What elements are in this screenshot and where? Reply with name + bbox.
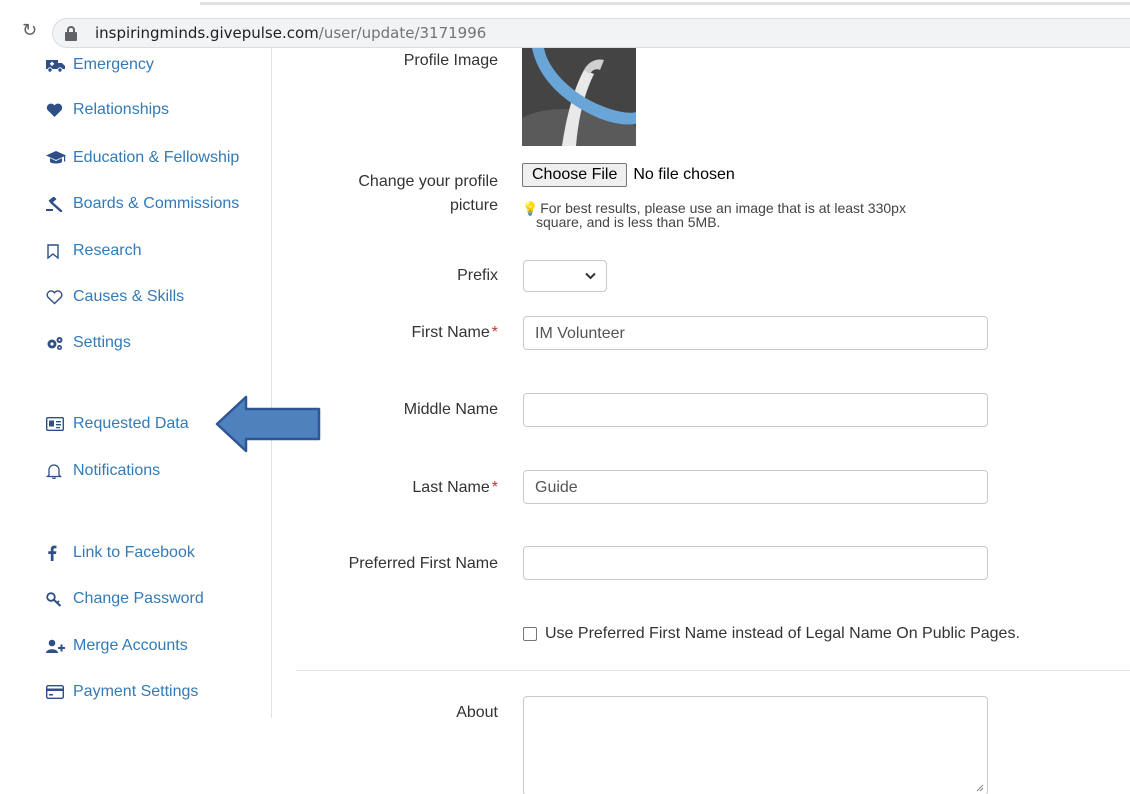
url-text[interactable]: inspiringminds.givepulse.com/user/update… — [95, 24, 486, 42]
key-icon — [46, 591, 68, 607]
sidebar-item-label: Emergency — [73, 56, 154, 73]
use-preferred-checkbox[interactable] — [523, 627, 537, 641]
cogs-icon — [46, 336, 68, 351]
reload-icon[interactable]: ↻ — [22, 20, 37, 42]
sidebar-item-payment-settings[interactable]: Payment Settings — [46, 680, 198, 704]
sidebar-item-causes[interactable]: Causes & Skills — [46, 285, 184, 309]
sidebar-item-relationships[interactable]: Relationships — [46, 98, 169, 122]
tab-strip-edge — [0, 0, 1130, 6]
sidebar-item-label: Research — [73, 242, 142, 259]
resize-grip-icon[interactable] — [976, 784, 984, 792]
first-name-label-text: First Name — [411, 324, 490, 341]
sidebar-item-label: Merge Accounts — [73, 637, 188, 654]
id-card-icon — [46, 417, 68, 431]
middle-name-label: Middle Name — [403, 401, 498, 418]
url-host: inspiringminds.givepulse.com — [95, 24, 319, 42]
first-name-input[interactable]: IM Volunteer — [523, 316, 988, 350]
sidebar-item-label: Change Password — [73, 590, 204, 607]
sidebar-item-requested-data[interactable]: Requested Data — [46, 412, 189, 436]
section-divider — [296, 670, 1130, 671]
bookmark-icon — [46, 243, 68, 259]
sidebar-item-label: Link to Facebook — [73, 544, 195, 561]
profile-form: Profile Image Change your profile pictur… — [272, 48, 1130, 794]
gavel-icon — [46, 196, 68, 212]
sidebar-item-label: Requested Data — [73, 415, 189, 432]
profile-image-label: Profile Image — [403, 52, 498, 69]
sidebar-item-education[interactable]: Education & Fellowship — [46, 146, 239, 170]
about-label: About — [456, 704, 498, 721]
user-plus-icon — [46, 639, 68, 654]
file-upload: Choose File No file chosen — [522, 163, 735, 187]
last-name-label-text: Last Name — [412, 479, 490, 496]
lock-icon[interactable] — [65, 26, 77, 41]
profile-image — [522, 48, 636, 146]
prefix-select[interactable] — [523, 260, 607, 292]
sidebar-item-research[interactable]: Research — [46, 239, 141, 263]
last-name-input[interactable]: Guide — [523, 470, 988, 504]
upload-hint: 💡 For best results, please use an image t… — [522, 201, 982, 230]
sidebar-item-emergency[interactable]: Emergency — [46, 53, 154, 77]
first-name-label: First Name * — [412, 323, 498, 343]
ambulance-icon — [46, 58, 68, 73]
sidebar-item-facebook[interactable]: Link to Facebook — [46, 541, 195, 565]
change-picture-label-line1: Change your profile — [358, 173, 498, 190]
sidebar-item-merge-accounts[interactable]: Merge Accounts — [46, 634, 188, 658]
credit-card-icon — [46, 685, 68, 699]
hint-text-line2: square, and is less than 5MB. — [536, 214, 721, 230]
sidebar-item-settings[interactable]: Settings — [46, 331, 131, 355]
last-name-label: Last Name * — [412, 478, 498, 498]
use-preferred-label[interactable]: Use Preferred First Name instead of Lega… — [545, 625, 1020, 643]
url-path: /user/update/3171996 — [318, 24, 487, 42]
sidebar-item-label: Education & Fellowship — [73, 149, 240, 166]
sidebar-item-label: Settings — [73, 334, 131, 351]
prefix-label: Prefix — [457, 267, 498, 284]
use-preferred-row: Use Preferred First Name instead of Lega… — [523, 625, 1020, 643]
graduation-cap-icon — [46, 151, 68, 165]
sidebar-item-label: Notifications — [73, 462, 161, 479]
heart-icon — [46, 103, 68, 118]
omnibox[interactable]: inspiringminds.givepulse.com/user/update… — [52, 18, 1130, 48]
middle-name-input[interactable] — [523, 393, 988, 427]
heart-outline-icon — [46, 289, 68, 305]
sidebar-item-label: Payment Settings — [73, 683, 199, 700]
no-file-text: No file chosen — [633, 166, 735, 183]
sidebar: Emergency Relationships Education & Fell… — [0, 48, 272, 718]
sidebar-item-notifications[interactable]: Notifications — [46, 459, 160, 483]
sidebar-item-label: Boards & Commissions — [73, 195, 240, 212]
change-picture-label-line2: picture — [449, 197, 498, 214]
choose-file-button[interactable]: Choose File — [522, 163, 628, 187]
sidebar-item-label: Causes & Skills — [73, 288, 185, 305]
sidebar-item-boards[interactable]: Boards & Commissions — [46, 192, 239, 216]
bell-icon — [46, 463, 68, 479]
chevron-down-icon — [585, 272, 596, 280]
preferred-first-name-input[interactable] — [523, 546, 988, 580]
about-textarea[interactable] — [523, 696, 988, 794]
sidebar-item-change-password[interactable]: Change Password — [46, 587, 204, 611]
facebook-icon — [46, 545, 68, 561]
address-bar: ↻ inspiringminds.givepulse.com/user/upda… — [0, 18, 1130, 48]
required-mark: * — [491, 479, 498, 496]
required-mark: * — [491, 324, 498, 341]
preferred-first-name-label: Preferred First Name — [348, 555, 498, 572]
sidebar-item-label: Relationships — [73, 101, 170, 118]
